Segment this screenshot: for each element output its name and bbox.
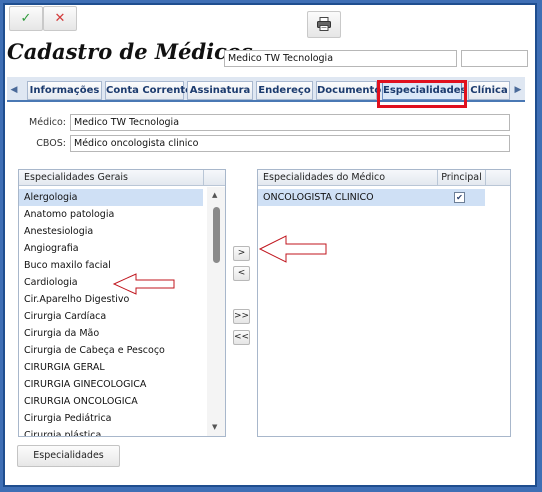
scrollbar-thumb[interactable] [213,207,220,263]
remove-one-button[interactable]: < [233,266,250,281]
tab-informacoes[interactable]: Informações [27,81,102,100]
medico-label: Médico: [29,117,66,128]
add-all-button[interactable]: >> [233,309,250,324]
annotation-arrow-left-list [112,273,175,295]
list-item[interactable]: Anatomo patologia [19,206,203,223]
list-item[interactable]: CIRURGIA GINECOLOGICA [19,376,203,393]
especialidade-name: ONCOLOGISTA CLINICO [263,192,374,203]
close-icon: ✕ [54,11,66,26]
cbos-field[interactable]: Médico oncologista clinico [70,135,510,152]
confirm-button[interactable]: ✓ [9,6,43,31]
especialidades-gerais-list: Especialidades Gerais Alergologia Anatom… [18,169,226,437]
printer-icon [308,16,340,36]
list-header-filler [203,170,225,186]
tab-scroll-right-icon[interactable]: ▶ [512,82,524,99]
list-header-filler [485,170,510,186]
list-item[interactable]: Cirurgia Cardíaca [19,308,203,325]
especialidades-gerais-header: Especialidades Gerais [19,170,203,186]
tab-endereco[interactable]: Endereço [256,81,313,100]
medico-field[interactable]: Medico TW Tecnologia [70,114,510,131]
list-item[interactable]: Cirurgia plástica [19,427,203,436]
principal-checkbox[interactable]: ✔ [454,192,465,203]
list-item[interactable]: Cirurgia Pediátrica [19,410,203,427]
medico-name-field[interactable]: Medico TW Tecnologia [224,50,457,67]
checkmark-icon: ✔ [456,193,463,202]
list-item[interactable]: Cirurgia de Cabeça e Pescoço [19,342,203,359]
list-item[interactable]: Anestesiologia [19,223,203,240]
especialidades-medico-header: Especialidades do Médico [258,170,437,186]
list-item[interactable]: CIRURGIA ONCOLOGICA [19,393,203,410]
tab-scroll-left-icon[interactable]: ◀ [8,82,20,99]
list-item[interactable]: Angiografia [19,240,203,257]
cancel-button[interactable]: ✕ [43,6,77,31]
table-row[interactable]: ONCOLOGISTA CLINICO [258,189,485,206]
list-item[interactable]: Cirurgia da Mão [19,325,203,342]
add-one-button[interactable]: > [233,246,250,261]
cbos-label: CBOS: [36,138,66,149]
annotation-arrow-right-list [258,235,327,263]
list-scrollbar[interactable]: ▲ ▼ [207,187,225,436]
tab-assinatura[interactable]: Assinatura [187,81,253,100]
check-icon: ✓ [20,11,32,26]
tab-clinica[interactable]: Clínica [468,81,510,100]
highlight-box-especialidades [377,80,467,108]
page-title: Cadastro de Médicos [7,39,253,64]
list-item[interactable]: Alergologia [19,189,203,206]
especialidades-medico-list: Especialidades do Médico Principal ONCOL… [257,169,511,437]
tab-conta-corrente[interactable]: Conta Corrente [105,81,192,100]
scroll-up-icon[interactable]: ▲ [212,191,217,199]
header-extra-field[interactable] [461,50,528,67]
principal-header: Principal [437,170,485,186]
scroll-down-icon[interactable]: ▼ [212,423,217,431]
especialidades-button[interactable]: Especialidades [17,445,120,467]
print-button[interactable] [307,11,341,38]
tab-documento[interactable]: Documento [316,81,381,100]
list-item[interactable]: CIRURGIA GERAL [19,359,203,376]
remove-all-button[interactable]: << [233,330,250,345]
